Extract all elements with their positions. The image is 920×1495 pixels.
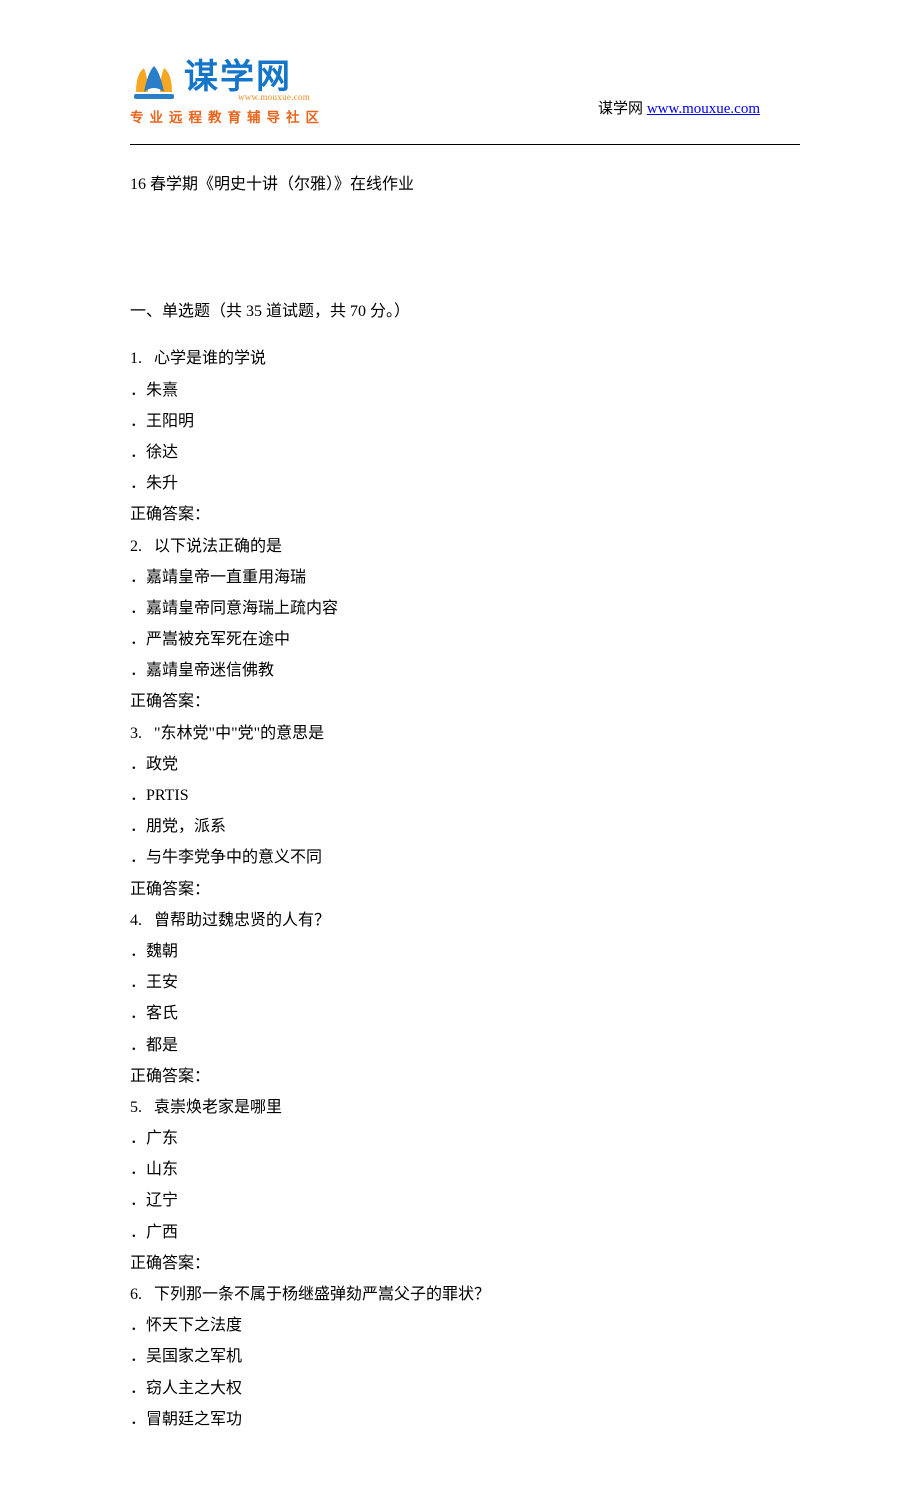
question-option: ．王阳明 (130, 406, 800, 437)
question-block: 5. 袁崇焕老家是哪里．广东．山东．辽宁．广西正确答案： (130, 1092, 800, 1279)
header-divider (130, 144, 800, 145)
question-option: ．怀天下之法度 (130, 1310, 800, 1341)
question-stem: 4. 曾帮助过魏忠贤的人有？ (130, 905, 800, 936)
page-header: 谋学网 www.mouxue.com 专业远程教育辅导社区 谋学网 www.mo… (130, 60, 800, 126)
question-option: ．徐达 (130, 437, 800, 468)
question-stem: 2. 以下说法正确的是 (130, 531, 800, 562)
logo-block: 谋学网 www.mouxue.com 专业远程教育辅导社区 (130, 60, 325, 126)
question-block: 4. 曾帮助过魏忠贤的人有？．魏朝．王安．客氏．都是正确答案： (130, 905, 800, 1092)
logo-tagline: 专业远程教育辅导社区 (130, 106, 325, 126)
logo-url-small: www.mouxue.com (238, 92, 310, 102)
question-option: ．魏朝 (130, 936, 800, 967)
question-option: ．广东 (130, 1123, 800, 1154)
logo-icon (130, 60, 178, 102)
question-option: ．山东 (130, 1154, 800, 1185)
header-right: 谋学网 www.mouxue.com (598, 97, 800, 126)
answer-label: 正确答案： (130, 1248, 800, 1279)
question-option: ．窃人主之大权 (130, 1373, 800, 1404)
question-option: ．朱升 (130, 468, 800, 499)
question-option: ．吴国家之军机 (130, 1341, 800, 1372)
questions-container: 1. 心学是谁的学说．朱熹．王阳明．徐达．朱升正确答案：2. 以下说法正确的是．… (130, 343, 800, 1435)
answer-label: 正确答案： (130, 1061, 800, 1092)
question-option: ．辽宁 (130, 1185, 800, 1216)
question-option: ．冒朝廷之军功 (130, 1404, 800, 1435)
question-block: 1. 心学是谁的学说．朱熹．王阳明．徐达．朱升正确答案： (130, 343, 800, 530)
question-option: ．客氏 (130, 998, 800, 1029)
question-block: 3. "东林党"中"党"的意思是．政党．PRTIS．朋党，派系．与牛李党争中的意… (130, 718, 800, 905)
question-option: ．严嵩被充军死在途中 (130, 624, 800, 655)
question-option: ．朋党，派系 (130, 811, 800, 842)
question-option: ．都是 (130, 1030, 800, 1061)
question-stem: 3. "东林党"中"党"的意思是 (130, 718, 800, 749)
answer-label: 正确答案： (130, 686, 800, 717)
header-right-prefix: 谋学网 (598, 101, 647, 117)
section-heading: 一、单选题（共 35 道试题，共 70 分。） (130, 296, 800, 327)
question-stem: 6. 下列那一条不属于杨继盛弹劾严嵩父子的罪状？ (130, 1279, 800, 1310)
question-stem: 5. 袁崇焕老家是哪里 (130, 1092, 800, 1123)
question-option: ．嘉靖皇帝一直重用海瑞 (130, 562, 800, 593)
document-title: 16 春学期《明史十讲（尔雅）》在线作业 (130, 169, 800, 200)
question-option: ．PRTIS (130, 780, 800, 811)
answer-label: 正确答案： (130, 499, 800, 530)
question-block: 6. 下列那一条不属于杨继盛弹劾严嵩父子的罪状？．怀天下之法度．吴国家之军机．窃… (130, 1279, 800, 1435)
answer-label: 正确答案： (130, 874, 800, 905)
question-option: ．王安 (130, 967, 800, 998)
question-option: ．政党 (130, 749, 800, 780)
question-option: ．朱熹 (130, 375, 800, 406)
question-stem: 1. 心学是谁的学说 (130, 343, 800, 374)
question-option: ．嘉靖皇帝同意海瑞上疏内容 (130, 593, 800, 624)
question-option: ．广西 (130, 1217, 800, 1248)
logo-text: 谋学网 (184, 60, 310, 94)
header-link[interactable]: www.mouxue.com (647, 101, 760, 117)
question-option: ．与牛李党争中的意义不同 (130, 842, 800, 873)
question-option: ．嘉靖皇帝迷信佛教 (130, 655, 800, 686)
document-content: 16 春学期《明史十讲（尔雅）》在线作业 一、单选题（共 35 道试题，共 70… (130, 169, 800, 1435)
question-block: 2. 以下说法正确的是．嘉靖皇帝一直重用海瑞．嘉靖皇帝同意海瑞上疏内容．严嵩被充… (130, 531, 800, 718)
